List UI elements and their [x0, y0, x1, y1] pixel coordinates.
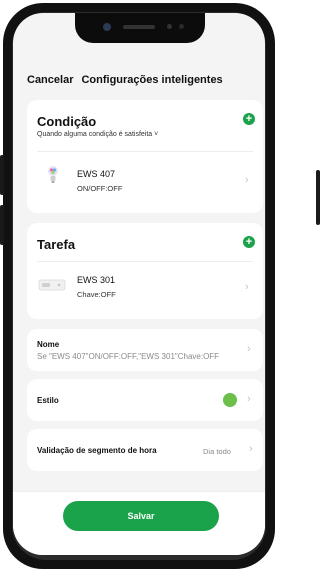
style-label: Estilo	[37, 396, 59, 405]
proximity-sensor	[167, 24, 172, 29]
chevron-right-icon: ›	[247, 343, 251, 355]
name-value: Se "EWS 407"ON/OFF:OFF,"EWS 301"Chave:OF…	[37, 352, 220, 361]
save-button[interactable]: Salvar	[63, 501, 219, 531]
chevron-right-icon: ›	[245, 281, 249, 293]
front-camera	[103, 23, 111, 31]
name-row[interactable]: Nome Se "EWS 407"ON/OFF:OFF,"EWS 301"Cha…	[27, 329, 263, 371]
style-color-swatch	[223, 393, 237, 407]
volume-up-button	[0, 155, 4, 195]
light-bulb-icon	[48, 166, 58, 183]
earpiece-speaker	[123, 25, 155, 29]
task-device-name: EWS 301	[77, 275, 116, 285]
light-sensor	[179, 24, 184, 29]
volume-down-button	[0, 205, 4, 245]
style-row[interactable]: Estilo ›	[27, 379, 263, 421]
switch-device-icon	[38, 279, 66, 291]
condition-device-state: ON/OFF:OFF	[77, 184, 123, 193]
condition-subtitle[interactable]: Quando alguma condição é satisfeita ˅	[37, 131, 158, 138]
dropdown-caret-icon: ˅	[154, 131, 159, 138]
time-segment-label: Validação de segmento de hora	[37, 446, 157, 455]
name-label: Nome	[37, 340, 60, 349]
condition-device-row[interactable]: EWS 407 ON/OFF:OFF ›	[27, 152, 263, 210]
plus-icon: +	[245, 113, 253, 125]
chevron-right-icon: ›	[245, 174, 249, 186]
footer-bar: Salvar	[13, 491, 265, 555]
task-device-state: Chave:OFF	[77, 290, 116, 299]
add-task-button[interactable]: +	[243, 236, 255, 248]
app-screen: Cancelar Configurações inteligentes Cond…	[13, 13, 265, 555]
time-segment-value: Dia todo	[203, 447, 231, 456]
task-card: Tarefa + EWS 301 Chave:OFF ›	[27, 223, 263, 319]
plus-icon: +	[245, 236, 253, 248]
time-segment-row[interactable]: Validação de segmento de hora Dia todo ›	[27, 429, 263, 471]
page-title: Configurações inteligentes	[81, 74, 223, 86]
condition-title: Condição	[37, 114, 97, 129]
cancel-button[interactable]: Cancelar	[27, 74, 73, 86]
task-title: Tarefa	[37, 237, 76, 252]
task-device-row[interactable]: EWS 301 Chave:OFF ›	[27, 262, 263, 317]
add-condition-button[interactable]: +	[243, 113, 255, 125]
top-bar: Cancelar Configurações inteligentes	[13, 68, 265, 92]
chevron-right-icon: ›	[247, 393, 251, 405]
condition-card: Condição Quando alguma condição é satisf…	[27, 100, 263, 213]
chevron-right-icon: ›	[249, 443, 253, 455]
power-button	[316, 170, 320, 225]
condition-subtitle-text: Quando alguma condição é satisfeita	[37, 131, 153, 138]
notch	[75, 13, 205, 43]
condition-device-name: EWS 407	[77, 169, 116, 179]
